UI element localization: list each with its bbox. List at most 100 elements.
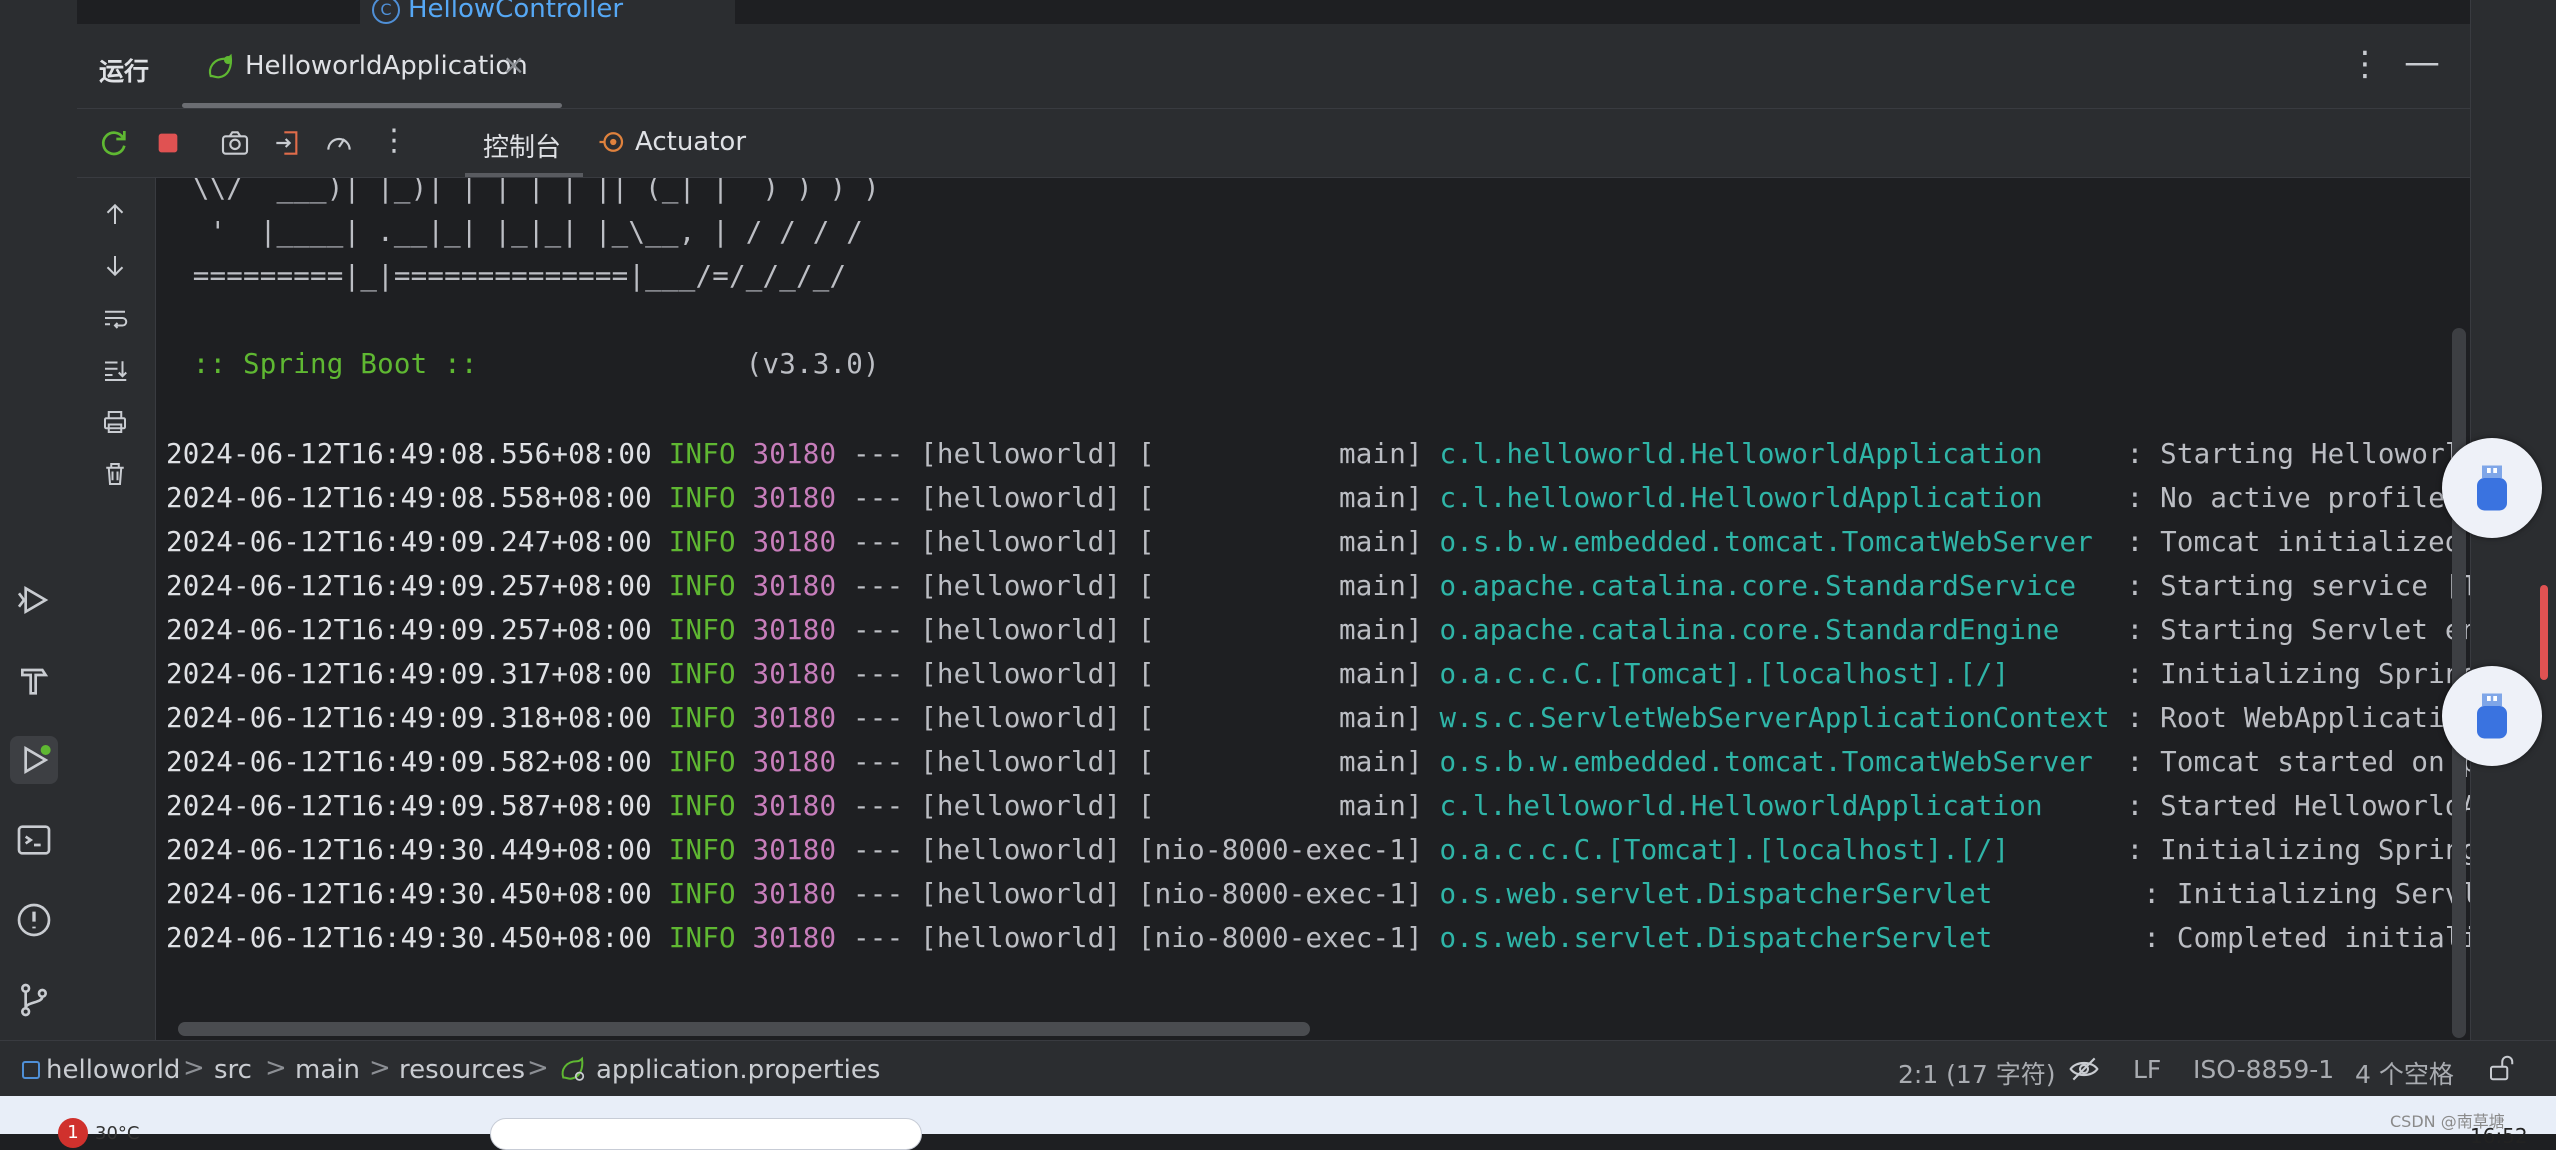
logger-package: w.s.c. [1439, 702, 1541, 734]
console-output[interactable]: \\/ ___)| |_)| | | | | || (_| | ) ) ) ) … [156, 178, 2470, 1040]
problems-icon[interactable] [10, 896, 58, 944]
terminal-icon[interactable] [10, 816, 58, 864]
clear-trash-icon[interactable] [97, 456, 133, 492]
log-level: INFO [668, 438, 736, 470]
log-space [736, 658, 753, 690]
logger-package: o.apache.catalina.core. [1439, 614, 1825, 646]
logger-padding [2093, 526, 2127, 558]
log-level: INFO [668, 482, 736, 514]
run-config-tab-label: HelloworldApplication [245, 51, 528, 81]
logger-package: o.apache.catalina.core. [1439, 570, 1825, 602]
tab-console[interactable]: 控制台 [465, 109, 583, 177]
logger-package: o.a.c.c. [1439, 658, 1574, 690]
line-ending[interactable]: LF [2133, 1055, 2161, 1084]
log-timestamp: 2024-06-12T16:49:30.449+08:00 [166, 834, 652, 866]
logger-class[interactable]: DispatcherServlet [1708, 878, 1993, 910]
log-message: : Root WebApplicationCon [2126, 702, 2470, 734]
toolbar-more-icon[interactable]: ⋮ [379, 123, 409, 158]
git-branch-icon[interactable] [10, 976, 58, 1024]
file-encoding[interactable]: ISO-8859-1 [2193, 1055, 2334, 1084]
log-pid: 30180 [752, 834, 837, 866]
log-line: 2024-06-12T16:49:09.317+08:00 INFO 30180… [166, 658, 2470, 690]
log-message: : Initializing Servlet 'di [2143, 878, 2470, 910]
log-timestamp: 2024-06-12T16:49:30.450+08:00 [166, 922, 652, 954]
log-pid: 30180 [752, 922, 837, 954]
logger-class[interactable]: StandardService [1825, 570, 2076, 602]
logger-class[interactable]: TomcatWebServer [1842, 526, 2093, 558]
horizontal-scrollbar[interactable] [178, 1022, 1310, 1036]
caret-position[interactable]: 2:1 (17 字符) [1898, 1055, 2055, 1091]
log-thread: --- [helloworld] [ main] [836, 614, 1440, 646]
scroll-up-icon[interactable] [97, 196, 133, 232]
class-icon: C [372, 0, 400, 24]
breadcrumb-project[interactable]: helloworld [46, 1055, 180, 1085]
log-thread: --- [helloworld] [ main] [836, 482, 1440, 514]
spring-boot-version-line: :: Spring Boot :: (v3.3.0) [176, 348, 880, 380]
breadcrumb-resources[interactable]: resources [399, 1055, 525, 1085]
log-line: 2024-06-12T16:49:09.318+08:00 INFO 30180… [166, 702, 2470, 734]
rerun-icon[interactable] [97, 125, 133, 161]
soft-wrap-icon[interactable] [97, 300, 133, 336]
logger-class[interactable]: HelloworldApplication [1691, 438, 2043, 470]
services-icon[interactable] [10, 576, 58, 624]
logger-class[interactable]: HelloworldApplication [1691, 482, 2043, 514]
run-panel-title: 运行 [99, 57, 150, 86]
log-space [736, 922, 753, 954]
log-line: 2024-06-12T16:49:30.450+08:00 INFO 30180… [166, 878, 2470, 910]
breadcrumb-separator: > [183, 1053, 205, 1083]
logger-class[interactable]: ServletWebServerApplicationContext [1540, 702, 2110, 734]
logger-class[interactable]: DispatcherServlet [1708, 922, 1993, 954]
run-config-tab[interactable]: HelloworldApplication × [182, 24, 562, 108]
log-space [736, 790, 753, 822]
editor-tab-hellowcontroller[interactable]: C HellowController [360, 0, 735, 24]
breadcrumb-src[interactable]: src [214, 1055, 252, 1085]
log-timestamp: 2024-06-12T16:49:30.450+08:00 [166, 878, 652, 910]
logger-class[interactable]: StandardEngine [1825, 614, 2060, 646]
indent-setting[interactable]: 4 个空格 [2355, 1055, 2454, 1091]
log-pid: 30180 [752, 526, 837, 558]
tab-console-label: 控制台 [483, 133, 562, 163]
exit-icon[interactable] [269, 125, 305, 161]
spring-boot-label: :: Spring Boot :: [176, 348, 478, 380]
run-icon[interactable] [10, 736, 58, 784]
log-thread: --- [helloworld] [ main] [836, 570, 1440, 602]
speedometer-icon[interactable] [321, 125, 357, 161]
log-space [652, 878, 669, 910]
log-timestamp: 2024-06-12T16:49:09.318+08:00 [166, 702, 652, 734]
logger-package: c.l.helloworld. [1439, 482, 1691, 514]
logger-class[interactable]: HelloworldApplication [1691, 790, 2043, 822]
print-icon[interactable] [97, 404, 133, 440]
breadcrumb-main[interactable]: main [295, 1055, 360, 1085]
breadcrumb-file[interactable]: application.properties [596, 1055, 880, 1085]
logger-class[interactable]: C [1574, 834, 1591, 866]
camera-snapshot-icon[interactable] [217, 125, 253, 161]
logger-padding [2043, 482, 2127, 514]
unlock-icon[interactable] [2486, 1053, 2516, 1083]
log-timestamp: 2024-06-12T16:49:09.247+08:00 [166, 526, 652, 558]
log-timestamp: 2024-06-12T16:49:09.317+08:00 [166, 658, 652, 690]
log-line: 2024-06-12T16:49:09.257+08:00 INFO 30180… [166, 570, 2470, 602]
logger-package: c.l.helloworld. [1439, 790, 1691, 822]
scroll-to-end-icon[interactable] [97, 352, 133, 388]
close-tab-icon[interactable]: × [502, 48, 525, 81]
log-timestamp: 2024-06-12T16:49:09.582+08:00 [166, 746, 652, 778]
log-level: INFO [668, 614, 736, 646]
taskbar-search-box[interactable] [490, 1118, 922, 1150]
log-timestamp: 2024-06-12T16:49:09.257+08:00 [166, 614, 652, 646]
read-only-eye-icon[interactable] [2068, 1053, 2100, 1085]
tab-actuator-label: Actuator [635, 127, 747, 157]
usb-drive-icon[interactable] [2442, 666, 2542, 766]
logger-padding [2043, 438, 2127, 470]
log-space [652, 438, 669, 470]
build-hammer-icon[interactable] [10, 656, 58, 704]
log-space [736, 570, 753, 602]
log-timestamp: 2024-06-12T16:49:09.257+08:00 [166, 570, 652, 602]
logger-class[interactable]: C [1574, 658, 1591, 690]
scroll-down-icon[interactable] [97, 248, 133, 284]
stop-icon[interactable] [150, 125, 186, 161]
more-options-icon[interactable]: ⋮ [2348, 44, 2382, 84]
minimize-icon[interactable]: — [2404, 42, 2440, 83]
logger-class[interactable]: TomcatWebServer [1842, 746, 2093, 778]
usb-drive-icon[interactable] [2442, 438, 2542, 538]
tab-actuator[interactable]: Actuator [585, 109, 805, 177]
